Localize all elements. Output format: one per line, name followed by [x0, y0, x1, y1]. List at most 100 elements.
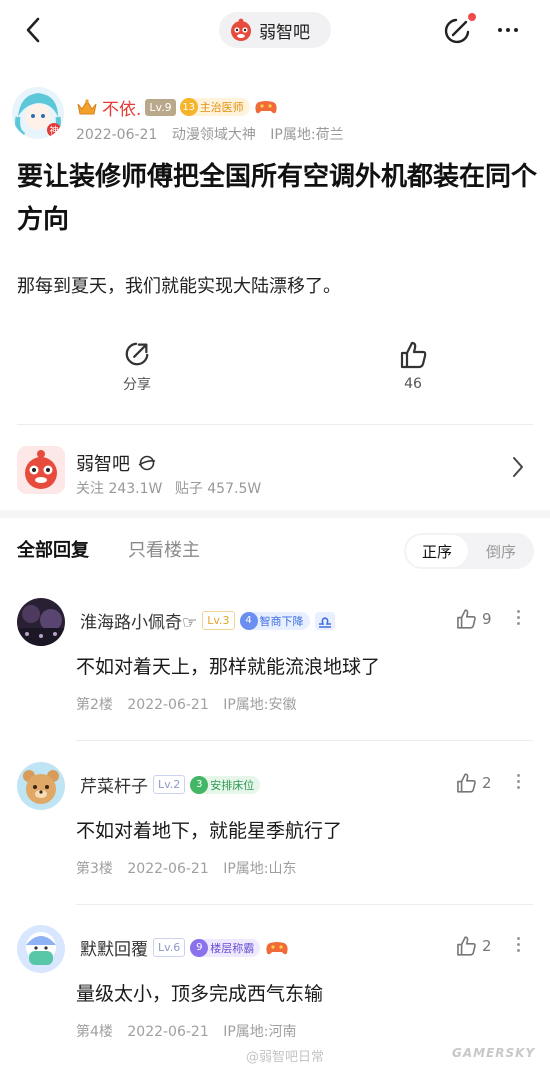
- reply-like-button[interactable]: 2: [455, 935, 492, 957]
- section-gap: [0, 510, 550, 518]
- top-navigation-bar: 弱智吧: [0, 0, 550, 60]
- reply-floor: 第3楼: [76, 861, 113, 877]
- share-button[interactable]: 分享: [107, 340, 167, 394]
- weibo-watermark: @弱智吧日常: [246, 1050, 325, 1065]
- reply-avatar-image: [17, 598, 65, 646]
- reply-content: 量级太小，顶多完成西气东输: [76, 983, 324, 1005]
- sort-toggle: 正序 倒序: [404, 533, 534, 569]
- reply-more-button[interactable]: [517, 774, 520, 789]
- chevron-right-icon: [513, 457, 523, 477]
- author-name[interactable]: 不依.: [102, 95, 141, 120]
- author-info-line: 不依. Lv.9 13 主治医师: [76, 95, 278, 120]
- reply-more-button[interactable]: [517, 937, 520, 952]
- reply-avatar[interactable]: [17, 762, 65, 810]
- reply-like-count: 2: [482, 937, 492, 955]
- reply-like-count: 9: [482, 610, 492, 628]
- share-icon: [125, 342, 149, 366]
- reply-avatar-image: [17, 925, 65, 973]
- site-watermark: GAMERSKY: [452, 1046, 536, 1060]
- vertical-dots-icon: [517, 937, 520, 940]
- forum-pill-button[interactable]: 弱智吧: [219, 12, 331, 48]
- forum-followers: 关注 243.1W: [76, 481, 163, 497]
- notification-dot: [468, 13, 476, 21]
- reply-title-badge-number: 4: [239, 611, 258, 630]
- libra-zodiac-icon: [314, 611, 335, 630]
- author-tag: 动漫领域大神: [171, 127, 256, 143]
- reply-ip: IP属地:山东: [223, 861, 297, 877]
- like-button[interactable]: 46: [383, 340, 443, 392]
- more-options-button[interactable]: [490, 14, 526, 46]
- forum-avatar: [17, 446, 65, 494]
- reply-username[interactable]: 芹菜杆子: [80, 772, 148, 797]
- forum-stats: 关注 243.1W 贴子 457.5W: [76, 478, 269, 498]
- reply-level-badge: Lv.3: [202, 611, 235, 630]
- reply-content: 不如对着天上，那样就能流浪地球了: [76, 656, 381, 678]
- reply-divider: [76, 740, 533, 741]
- reply-username[interactable]: 默默回覆: [80, 935, 148, 960]
- reply-avatar[interactable]: [17, 925, 65, 973]
- reply-like-button[interactable]: 2: [455, 772, 492, 794]
- reply-avatar-image: [17, 762, 65, 810]
- vertical-dot: [517, 616, 520, 619]
- forum-name-line: 弱智吧: [76, 450, 156, 476]
- forum-posts: 贴子 457.5W: [174, 481, 262, 497]
- vertical-dot: [517, 780, 520, 783]
- reply-title-badge-label: 智商下降: [259, 614, 304, 628]
- more-dot: [514, 28, 518, 32]
- reply-date: 2022-06-21: [127, 697, 209, 713]
- reply-date: 2022-06-21: [127, 861, 209, 877]
- reply-level-badge: Lv.6: [153, 938, 186, 957]
- reply-title-badge-number: 3: [190, 775, 209, 794]
- author-level-badge: Lv.9: [145, 98, 176, 116]
- post-body: 那每到夏天，我们就能实现大陆漂移了。: [17, 276, 341, 297]
- reply-content: 不如对着地下，就能星季航行了: [76, 820, 343, 842]
- back-button[interactable]: [18, 14, 48, 46]
- reply-like-button[interactable]: 9: [455, 608, 492, 630]
- reply-title-badge-number: 9: [190, 938, 209, 957]
- reply-ip: IP属地:河南: [223, 1024, 297, 1040]
- gamepad-icon: [266, 941, 288, 954]
- reply-meta: 第2楼 2022-06-21 IP属地:安徽: [76, 694, 307, 714]
- reply-divider: [76, 904, 533, 905]
- thumbs-up-icon: [457, 773, 476, 793]
- chevron-left-icon: [26, 17, 40, 43]
- edit-button[interactable]: [440, 13, 476, 46]
- reply-ip: IP属地:安徽: [223, 697, 297, 713]
- gamepad-icon: [255, 101, 277, 114]
- svg-text:神: 神: [49, 125, 58, 137]
- tab-all-replies[interactable]: 全部回复: [17, 536, 89, 562]
- tab-owner-only[interactable]: 只看楼主: [128, 536, 200, 562]
- sort-asc-button[interactable]: 正序: [406, 535, 468, 567]
- reply-floor: 第4楼: [76, 1024, 113, 1040]
- author-title-badge-number: 13: [179, 98, 198, 116]
- reply-like-count: 2: [482, 774, 492, 792]
- reply-title-badge: 4 智商下降: [239, 611, 310, 630]
- author-title-badge: 13 主治医师: [179, 98, 250, 116]
- reply-level-badge: Lv.2: [153, 775, 186, 794]
- planet-icon: [138, 455, 156, 471]
- forum-pill-label: 弱智吧: [259, 22, 310, 43]
- reply-meta: 第4楼 2022-06-21 IP属地:河南: [76, 1021, 307, 1041]
- more-dots-icon: [498, 28, 502, 32]
- author-avatar[interactable]: 神: [12, 87, 64, 139]
- sort-desc-button[interactable]: 倒序: [470, 535, 532, 567]
- forum-mascot-image: [17, 446, 65, 494]
- reply-user-line: 淮海路小佩奇☞ Lv.3 4 智商下降: [80, 608, 335, 633]
- edit-icon: [444, 18, 470, 44]
- reply-more-button[interactable]: [517, 610, 520, 625]
- thumbs-up-icon: [457, 936, 476, 956]
- reply-user-line: 默默回覆 Lv.6 9 楼层称霸: [80, 935, 289, 960]
- reply-username[interactable]: 淮海路小佩奇☞: [80, 608, 197, 633]
- crown-icon: [77, 99, 97, 115]
- author-meta: 2022-06-21 动漫领域大神 IP属地:荷兰: [76, 124, 354, 144]
- reply-floor: 第2楼: [76, 697, 113, 713]
- forum-name: 弱智吧: [76, 454, 130, 475]
- forum-mascot-icon: [231, 18, 251, 41]
- vertical-dot: [517, 943, 520, 946]
- vertical-dot: [517, 786, 520, 789]
- more-dot: [506, 28, 510, 32]
- reply-avatar[interactable]: [17, 598, 65, 646]
- vertical-dots-icon: [517, 774, 520, 777]
- thumbs-up-icon: [400, 341, 427, 369]
- divider: [17, 424, 533, 425]
